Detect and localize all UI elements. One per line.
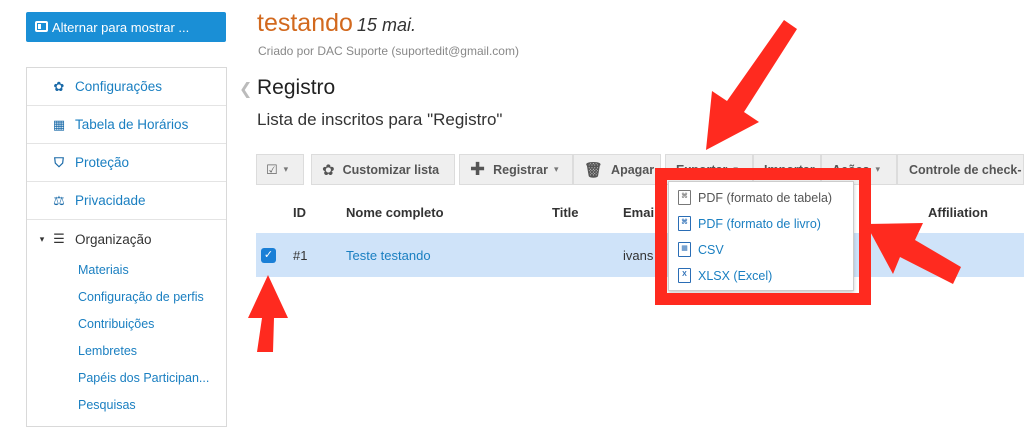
arrow-menu bbox=[866, 223, 961, 284]
arrow-checkbox bbox=[248, 275, 288, 352]
arrow-export bbox=[706, 20, 797, 150]
annotation-arrows bbox=[248, 20, 961, 352]
